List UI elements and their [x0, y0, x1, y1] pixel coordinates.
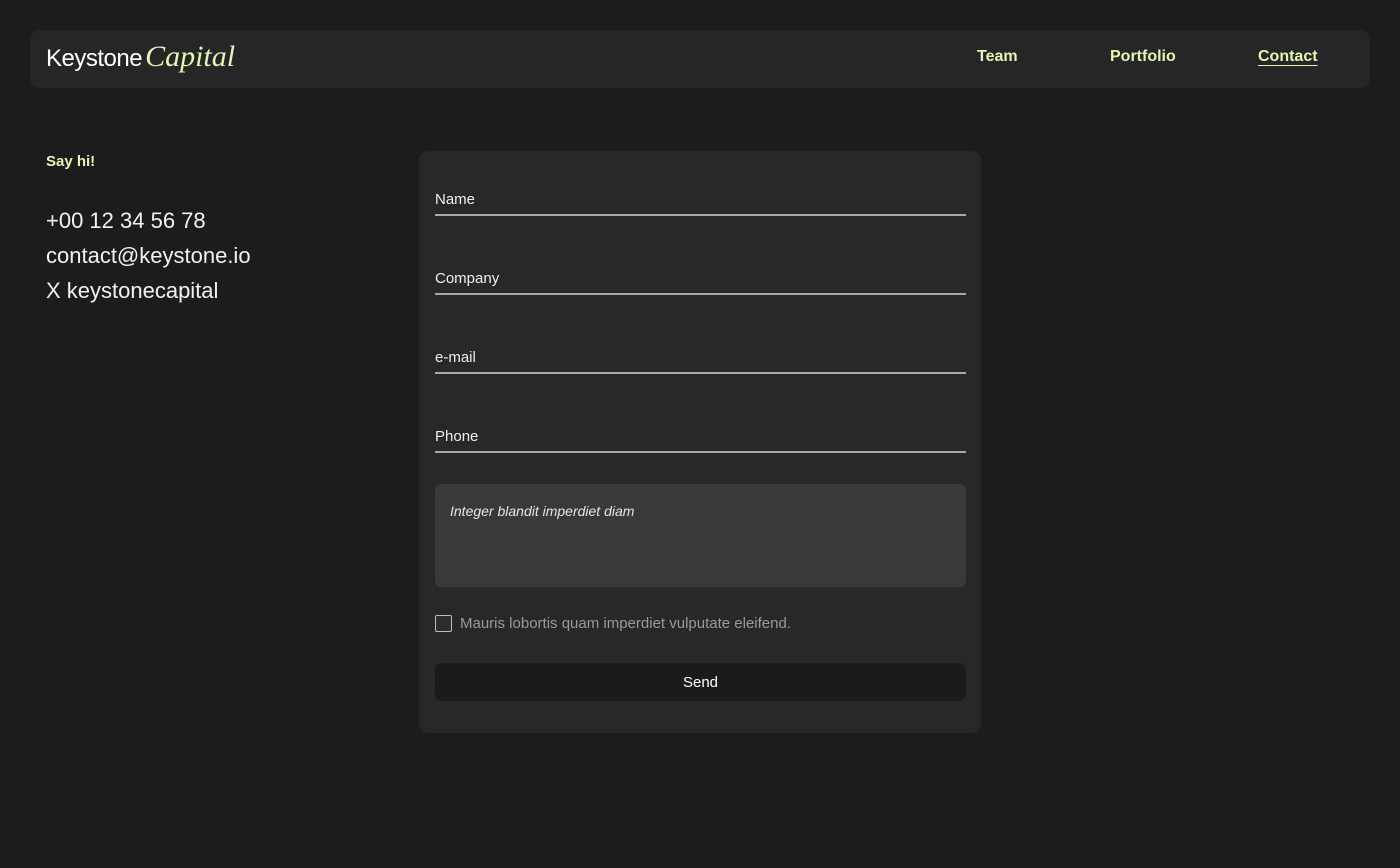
contact-email[interactable]: contact@keystone.io: [46, 238, 251, 273]
message-textarea[interactable]: [435, 484, 966, 587]
phone-input[interactable]: [435, 415, 966, 451]
name-field-wrapper: [435, 178, 966, 216]
email-input[interactable]: [435, 336, 966, 372]
contact-social[interactable]: X keystonecapital: [46, 273, 251, 308]
consent-row: Mauris lobortis quam imperdiet vulputate…: [435, 615, 791, 632]
email-field-wrapper: [435, 336, 966, 374]
contact-form: Mauris lobortis quam imperdiet vulputate…: [419, 151, 981, 733]
name-input[interactable]: [435, 178, 966, 214]
consent-checkbox[interactable]: [435, 615, 452, 632]
phone-field-wrapper: [435, 415, 966, 453]
contact-phone[interactable]: +00 12 34 56 78: [46, 203, 251, 238]
nav-link-contact[interactable]: Contact: [1258, 48, 1318, 66]
nav-link-portfolio[interactable]: Portfolio: [1110, 48, 1176, 66]
contact-greeting: Say hi!: [46, 153, 96, 170]
send-button[interactable]: Send: [435, 663, 966, 701]
contact-details: +00 12 34 56 78 contact@keystone.io X ke…: [46, 203, 251, 308]
company-input[interactable]: [435, 257, 966, 293]
site-header: Keystone Capital Team Portfolio Contact: [30, 30, 1370, 88]
main-nav: Team Portfolio Contact: [30, 30, 1370, 88]
consent-label[interactable]: Mauris lobortis quam imperdiet vulputate…: [460, 615, 791, 632]
company-field-wrapper: [435, 257, 966, 295]
nav-link-team[interactable]: Team: [977, 48, 1018, 66]
contact-page: Keystone Capital Team Portfolio Contact …: [0, 0, 1400, 868]
